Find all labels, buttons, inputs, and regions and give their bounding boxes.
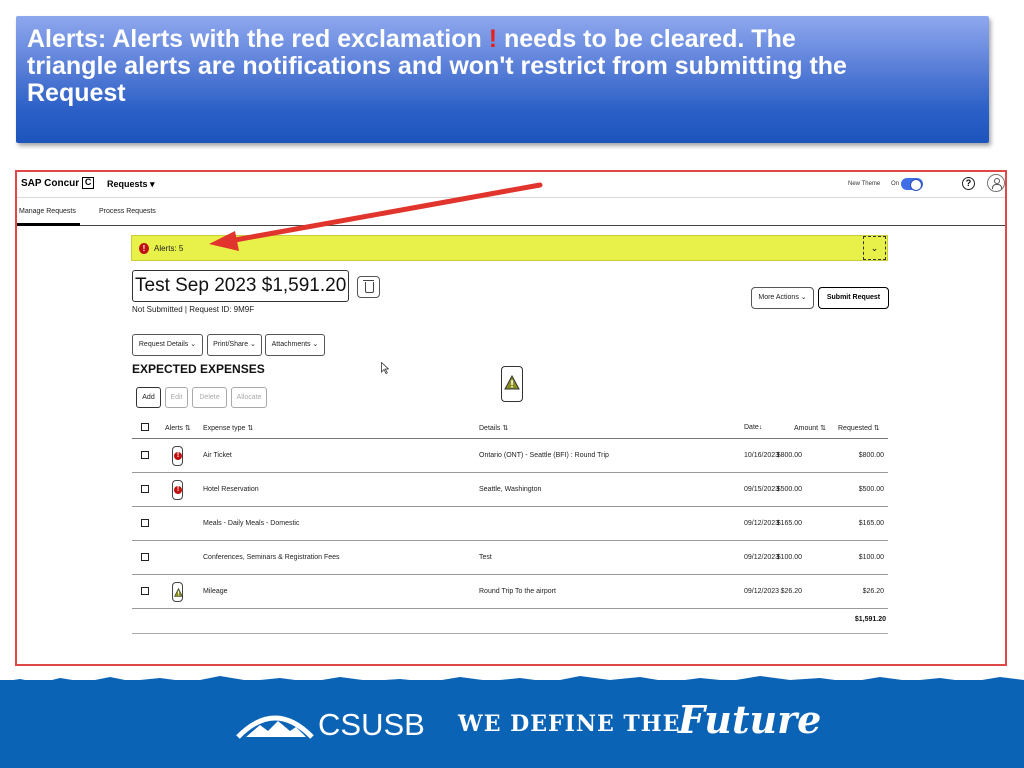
tagline-future-script: Future — [678, 697, 822, 742]
banner-line2: triangle alerts are notifications and wo… — [27, 52, 847, 80]
slide: Alerts: Alerts with the red exclamation … — [0, 0, 1024, 768]
red-exclamation-mark: ! — [488, 25, 498, 53]
banner-line1-post: needs to be cleared. The — [497, 25, 796, 53]
csusb-wordmark: CSUSB — [318, 707, 425, 742]
banner-line1-pre: Alerts: Alerts with the red exclamation — [27, 25, 489, 53]
banner-line3: Request — [27, 79, 126, 107]
tagline: WE DEFINE THE — [458, 711, 681, 737]
instruction-banner: Alerts: Alerts with the red exclamation … — [16, 16, 989, 143]
banner-text: Alerts: Alerts with the red exclamation … — [27, 26, 977, 107]
mountain-logo-icon — [236, 715, 314, 739]
concur-screenshot: SAP Concur C Requests ▾ New Theme On ? M… — [15, 170, 1007, 666]
red-arrow-annotation — [209, 182, 543, 251]
